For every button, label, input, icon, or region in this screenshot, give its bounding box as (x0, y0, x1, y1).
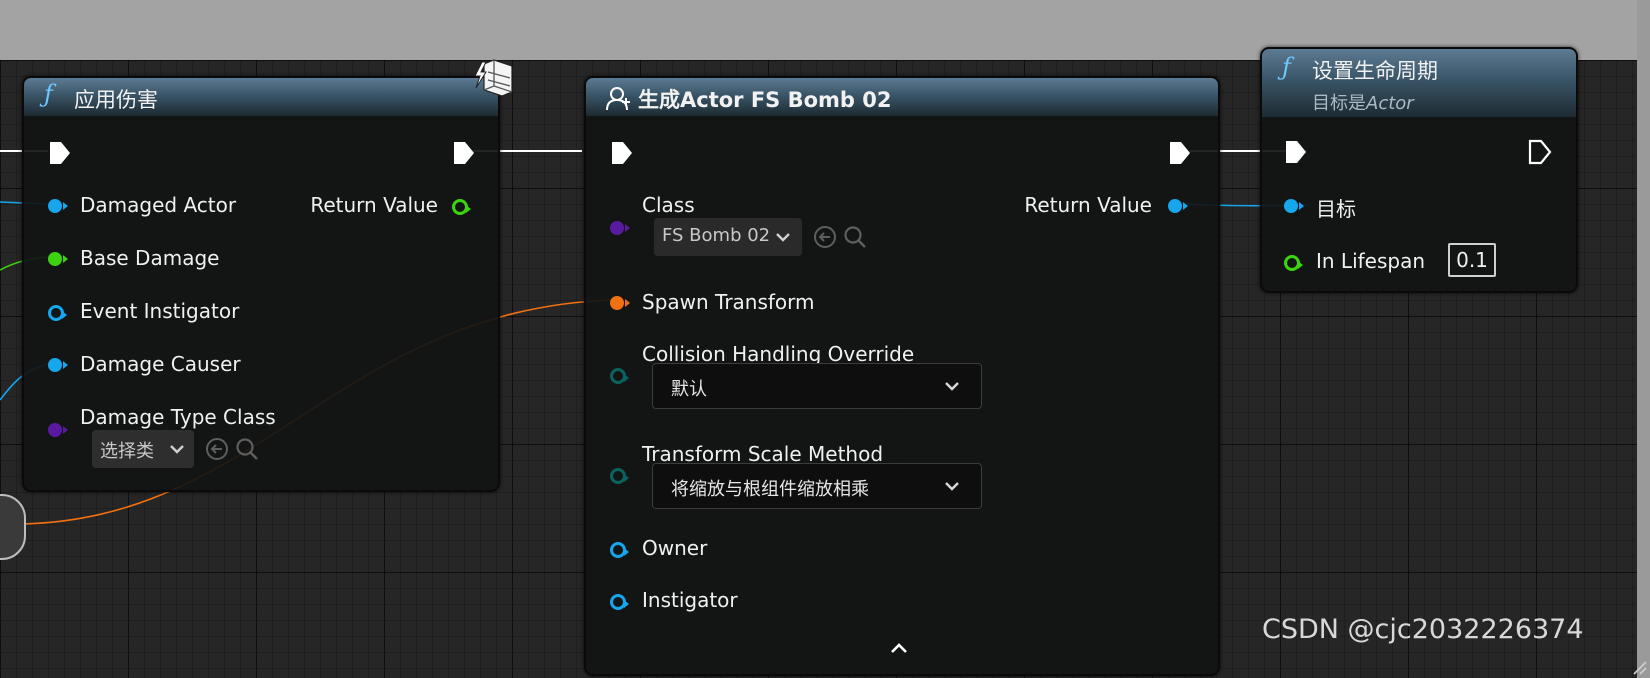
pin-label: Class (642, 193, 695, 217)
use-selected-asset-icon[interactable] (204, 436, 230, 462)
pin-label: Base Damage (80, 246, 220, 270)
float-pin[interactable] (1284, 255, 1303, 271)
pin-row-target[interactable]: 目标 (1284, 191, 1484, 221)
collision-handling-value: 默认 (671, 379, 707, 400)
exec-in-pin[interactable] (1284, 139, 1308, 165)
enum-pin[interactable] (610, 468, 629, 484)
pin-label: Instigator (642, 588, 738, 612)
set-lifespan-subtitle: 目标是Actor (1312, 89, 1414, 115)
browse-search-icon[interactable] (234, 436, 260, 462)
apply-damage-node[interactable]: ƒ 应用伤害 Damaged Actor Base Damage Event I… (22, 76, 500, 492)
set-lifespan-node[interactable]: ƒ 设置生命周期 目标是Actor 目标 In Lifespan 0.1 (1260, 47, 1578, 293)
object-pin[interactable] (48, 305, 67, 321)
pin-label: In Lifespan (1316, 249, 1426, 273)
float-output-pin[interactable] (452, 199, 471, 215)
spawn-actor-title: 生成Actor FS Bomb 02 (638, 88, 892, 112)
collapse-advanced-icon[interactable] (888, 638, 910, 660)
object-pin[interactable] (1284, 199, 1304, 213)
pin-label: Owner (642, 536, 708, 560)
pin-label: 目标 (1316, 197, 1356, 221)
exec-out-pin[interactable] (452, 140, 476, 166)
pin-row-instigator[interactable]: Instigator (610, 586, 830, 616)
class-dropdown[interactable]: FS Bomb 02 (654, 218, 802, 256)
float-pin[interactable] (48, 252, 68, 266)
spawn-actor-header[interactable]: 生成Actor FS Bomb 02 (586, 78, 1218, 116)
object-pin[interactable] (48, 358, 68, 372)
set-lifespan-header[interactable]: ƒ 设置生命周期 目标是Actor (1262, 49, 1576, 117)
enum-pin[interactable] (610, 368, 629, 384)
chevron-down-icon (945, 382, 959, 391)
in-lifespan-input[interactable]: 0.1 (1448, 243, 1496, 277)
exec-out-pin[interactable] (1168, 140, 1192, 166)
class-select-value: 选择类 (100, 441, 154, 462)
pin-row-in-lifespan[interactable]: In Lifespan (1284, 247, 1544, 277)
server-only-icon (474, 59, 513, 97)
class-dropdown-value: FS Bomb 02 (662, 225, 771, 246)
class-select-dropdown[interactable]: 选择类 (92, 430, 194, 468)
object-pin[interactable] (610, 542, 629, 558)
object-output-pin[interactable] (1168, 199, 1188, 213)
class-pin[interactable] (610, 221, 630, 235)
exec-in-pin[interactable] (48, 140, 72, 166)
subtitle-target: Actor (1366, 93, 1414, 114)
transform-pin[interactable] (610, 296, 630, 310)
spawn-actor-icon (606, 87, 630, 111)
pin-row-damaged-actor[interactable]: Damaged Actor (48, 191, 268, 221)
pin-row-return-value[interactable]: Return Value (966, 191, 1188, 221)
resize-grip-icon[interactable] (1632, 660, 1648, 676)
spawn-actor-node[interactable]: 生成Actor FS Bomb 02 Class FS Bomb 02 Retu… (584, 76, 1220, 676)
apply-damage-header[interactable]: ƒ 应用伤害 (24, 78, 498, 116)
pin-row-damage-type-class[interactable]: Damage Type Class (48, 403, 308, 437)
chevron-down-icon (945, 482, 959, 491)
function-icon: ƒ (44, 80, 53, 108)
browse-search-icon[interactable] (842, 224, 868, 250)
pin-row-return-value[interactable]: Return Value (254, 191, 474, 221)
use-selected-asset-icon[interactable] (812, 224, 838, 250)
set-lifespan-title: 设置生命周期 (1312, 59, 1438, 83)
apply-damage-title: 应用伤害 (74, 88, 158, 112)
object-pin[interactable] (48, 199, 68, 213)
pin-row-event-instigator[interactable]: Event Instigator (48, 297, 268, 327)
object-pin[interactable] (610, 594, 629, 610)
transform-scale-value: 将缩放与根组件缩放相乘 (671, 479, 869, 500)
chevron-down-icon (776, 233, 790, 242)
pin-label: Return Value (1024, 193, 1152, 217)
transform-scale-dropdown[interactable]: 将缩放与根组件缩放相乘 (652, 463, 982, 509)
pin-label: Return Value (310, 193, 438, 217)
exec-in-pin[interactable] (610, 140, 634, 166)
pin-label: Spawn Transform (642, 290, 815, 314)
chevron-down-icon (170, 445, 184, 454)
pin-label: Damage Type Class (80, 405, 276, 429)
pin-row-spawn-transform[interactable]: Spawn Transform (610, 288, 870, 318)
watermark: CSDN @cjc2032226374 (1262, 614, 1584, 645)
pin-row-class[interactable]: Class (610, 191, 850, 235)
class-pin[interactable] (48, 423, 68, 437)
exec-out-pin[interactable] (1528, 139, 1552, 165)
pin-row-owner[interactable]: Owner (610, 534, 830, 564)
pin-label: Event Instigator (80, 299, 240, 323)
pin-label: Damage Causer (80, 352, 241, 376)
pin-row-base-damage[interactable]: Base Damage (48, 244, 268, 274)
function-icon: ƒ (1282, 53, 1291, 81)
pin-label: Damaged Actor (80, 193, 237, 217)
collision-handling-dropdown[interactable]: 默认 (652, 363, 982, 409)
pin-row-damage-causer[interactable]: Damage Causer (48, 350, 268, 380)
subtitle-prefix: 目标是 (1312, 93, 1366, 114)
